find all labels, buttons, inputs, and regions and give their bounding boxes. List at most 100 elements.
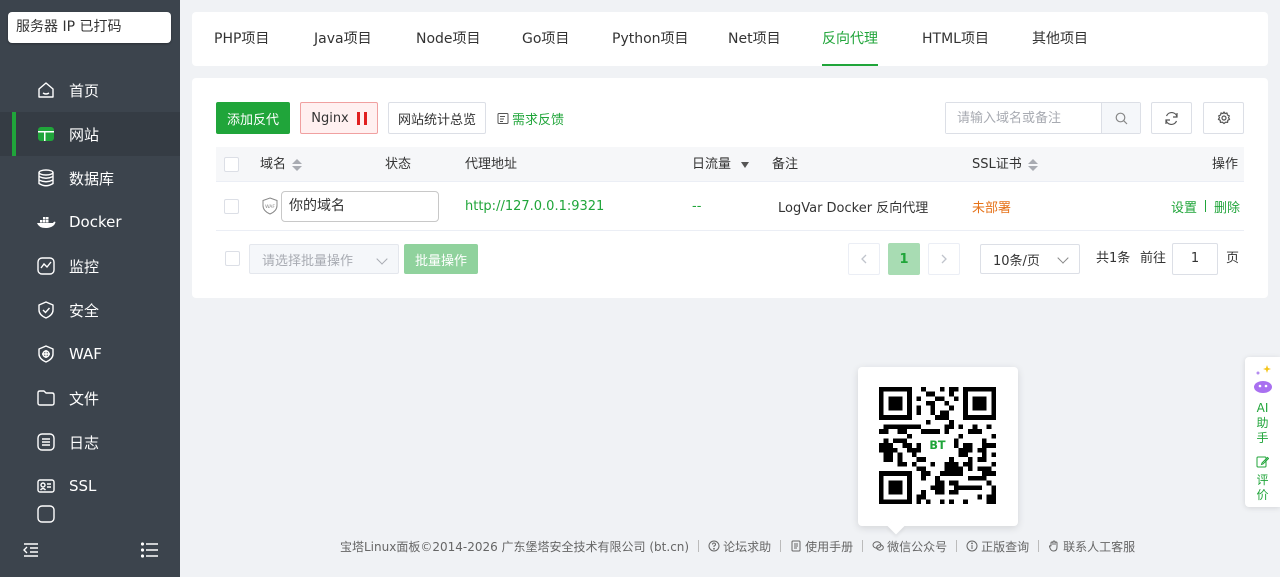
forum-help-label: 论坛求助 — [723, 539, 772, 554]
sidebar-item-website[interactable]: 网站 — [0, 112, 180, 156]
header-remark: 备注 — [772, 157, 799, 172]
tab-php[interactable]: PHP项目 — [214, 12, 269, 66]
chevron-down-icon — [376, 253, 388, 265]
feedback-label: 需求反馈 — [512, 112, 565, 128]
tab-html[interactable]: HTML项目 — [922, 12, 989, 66]
add-proxy-button[interactable]: 添加反代 — [216, 102, 290, 134]
contact-support-link[interactable]: 联系人工客服 — [1048, 538, 1135, 555]
sidebar-item-more[interactable] — [0, 505, 180, 523]
feedback-link[interactable]: 需求反馈 — [497, 102, 564, 134]
website-icon — [36, 124, 56, 144]
sidebar-item-docker[interactable]: Docker — [0, 200, 180, 244]
goto-page-input[interactable]: 1 — [1172, 243, 1218, 275]
nginx-button[interactable]: Nginx — [300, 102, 378, 134]
chevron-left-icon — [861, 254, 867, 264]
header-proxy: 代理地址 — [465, 157, 518, 172]
database-icon — [36, 168, 56, 188]
sidebar-item-waf[interactable]: WAF — [0, 332, 180, 376]
sidebar-item-home[interactable]: 首页 — [0, 68, 180, 112]
daily-traffic-value[interactable]: -- — [692, 182, 701, 230]
next-page-button[interactable] — [928, 243, 960, 275]
header-ssl[interactable]: SSL证书 — [972, 147, 1038, 182]
pause-icon — [356, 111, 367, 125]
info-icon — [966, 540, 978, 552]
gear-icon — [1217, 111, 1230, 125]
waf-shield-icon — [36, 344, 56, 364]
sidebar-item-label: SSL — [69, 477, 97, 495]
sidebar-item-ssl[interactable]: SSL — [0, 464, 180, 508]
tab-reverse-proxy[interactable]: 反向代理 — [804, 12, 896, 66]
settings-button[interactable] — [1203, 102, 1244, 134]
batch-select-all-checkbox[interactable] — [225, 251, 240, 266]
wechat-qr-popup: BT — [858, 367, 1018, 526]
header-traffic[interactable]: 日流量 — [692, 147, 750, 182]
refresh-icon — [1165, 111, 1178, 125]
remark-value[interactable]: LogVar Docker 反向代理 — [778, 182, 928, 230]
sidebar-item-logs[interactable]: 日志 — [0, 420, 180, 464]
tab-python[interactable]: Python项目 — [612, 12, 689, 66]
prev-page-button[interactable] — [848, 243, 880, 275]
collapse-sidebar-icon[interactable] — [22, 542, 40, 558]
sidebar: 服务器 IP 已打码 首页 网站 数据库 Docker 监控 安全 WAF 文件… — [0, 0, 180, 577]
tab-net[interactable]: Net项目 — [728, 12, 781, 66]
proxy-list-card: 添加反代 Nginx 网站统计总览 需求反馈 域名 状态 代理地址 日流量 备注 — [192, 78, 1268, 298]
batch-action-select[interactable]: 请选择批量操作 — [249, 244, 399, 274]
search-button[interactable] — [1101, 103, 1140, 133]
proxy-address-link[interactable]: http://127.0.0.1:9321 — [465, 182, 604, 230]
docker-icon — [36, 212, 56, 232]
edit-icon — [1256, 456, 1269, 468]
home-icon — [36, 80, 56, 100]
sidebar-item-label: 日志 — [69, 433, 100, 452]
page-size-select[interactable]: 10条/页 — [980, 244, 1080, 274]
shield-check-icon — [36, 300, 56, 320]
batch-action-button[interactable]: 批量操作 — [404, 244, 478, 274]
header-status: 状态 — [385, 157, 412, 172]
search-icon — [1115, 112, 1127, 124]
sidebar-item-database[interactable]: 数据库 — [0, 156, 180, 200]
settings-link[interactable]: 设置 — [1171, 197, 1197, 216]
user-manual-link[interactable]: 使用手册 — [790, 538, 853, 555]
project-tabs: PHP项目 Java项目 Node项目 Go项目 Python项目 Net项目 … — [192, 12, 1268, 66]
wechat-official-link[interactable]: 微信公众号 — [872, 538, 947, 555]
tab-node[interactable]: Node项目 — [416, 12, 481, 66]
log-icon — [36, 432, 56, 452]
forum-help-link[interactable]: 论坛求助 — [708, 538, 771, 555]
site-stats-button[interactable]: 网站统计总览 — [388, 102, 486, 134]
page-number-current[interactable]: 1 — [888, 243, 920, 275]
sidebar-item-label: 首页 — [69, 81, 100, 100]
header-domain[interactable]: 域名 — [260, 147, 303, 182]
ai-assistant-panel[interactable]: AI 助手 评价 — [1245, 357, 1280, 507]
sidebar-item-files[interactable]: 文件 — [0, 376, 180, 420]
sidebar-item-label: 数据库 — [69, 169, 115, 188]
total-count: 共1条 — [1096, 251, 1131, 266]
tab-go[interactable]: Go项目 — [522, 12, 569, 66]
row-checkbox[interactable] — [224, 198, 239, 214]
sidebar-item-security[interactable]: 安全 — [0, 288, 180, 332]
ops-divider — [1205, 200, 1207, 212]
batch-select-placeholder: 请选择批量操作 — [262, 253, 354, 269]
qr-code-image: BT — [879, 387, 996, 504]
tab-java[interactable]: Java项目 — [314, 12, 372, 66]
tab-other[interactable]: 其他项目 — [1032, 12, 1088, 66]
chevron-down-icon — [1057, 252, 1069, 264]
search-input[interactable] — [946, 103, 1101, 133]
sidebar-item-label: WAF — [69, 345, 102, 363]
sidebar-item-label: 监控 — [69, 257, 100, 276]
ai-label: AI — [1256, 401, 1269, 415]
license-check-label: 正版查询 — [981, 539, 1030, 554]
search-box — [945, 102, 1141, 134]
domain-name-field[interactable]: 你的域名 — [281, 190, 439, 222]
license-check-link[interactable]: 正版查询 — [966, 538, 1029, 555]
select-all-checkbox[interactable] — [224, 157, 239, 172]
monitor-icon — [36, 256, 56, 276]
delete-link[interactable]: 删除 — [1214, 197, 1240, 216]
wechat-icon — [872, 541, 884, 551]
header-domain-label: 域名 — [260, 157, 287, 172]
table-row: WAF 你的域名 http://127.0.0.1:9321 -- LogVar… — [216, 182, 1244, 231]
refresh-button[interactable] — [1151, 102, 1192, 134]
ssl-status-link[interactable]: 未部署 — [972, 182, 1011, 230]
ai-assistant-icon — [1254, 365, 1272, 393]
copyright-text: 宝塔Linux面板©2014-2026 广东堡塔安全技术有限公司 (bt.cn) — [340, 539, 690, 554]
sidebar-item-monitor[interactable]: 监控 — [0, 244, 180, 288]
menu-list-icon[interactable] — [141, 542, 159, 558]
